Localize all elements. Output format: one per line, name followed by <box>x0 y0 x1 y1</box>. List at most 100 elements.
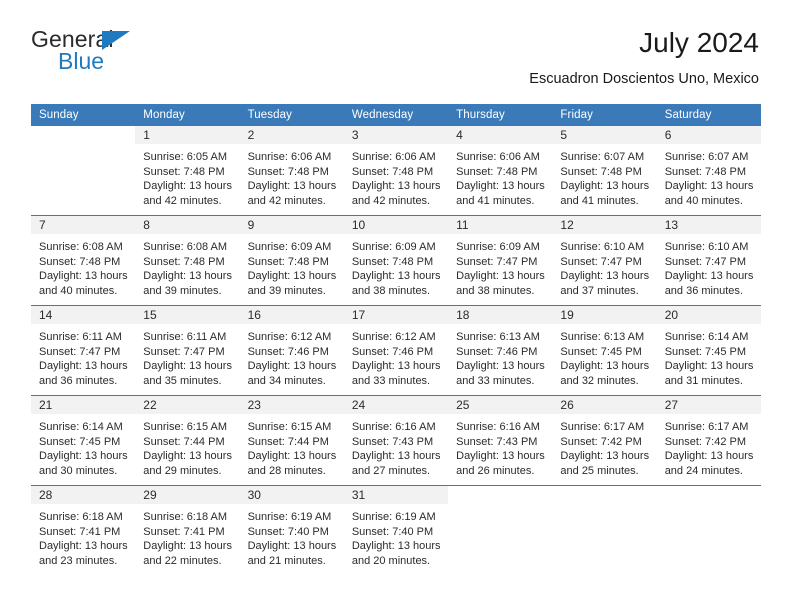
calendar-day-cell[interactable]: 3 Sunrise: 6:06 AM Sunset: 7:48 PM Daylight… <box>343 126 449 216</box>
sunrise-time: Sunrise: 6:18 AM <box>39 511 123 523</box>
calendar-day-cell[interactable]: 24 Sunrise: 6:16 AM Sunset: 7:43 PM Dayligh… <box>343 395 449 486</box>
sunset-time: Sunset: 7:43 PM <box>456 435 538 448</box>
daylight-duration-line2: and 22 minutes. <box>143 554 222 567</box>
weekday-header-sunday: Sunday <box>31 104 136 126</box>
calendar-cell-empty <box>656 485 761 575</box>
sunrise-time: Sunrise: 6:06 AM <box>351 151 436 163</box>
calendar-cell-empty <box>448 485 553 575</box>
daylight-duration-line1: Daylight: 13 hours <box>247 450 337 463</box>
daylight-duration-line2: and 38 minutes. <box>456 284 535 297</box>
calendar-day-cell[interactable]: 10 Sunrise: 6:09 AM Sunset: 7:48 PM Dayligh… <box>343 215 449 306</box>
calendar-day-cell[interactable]: 1 Sunrise: 6:05 AM Sunset: 7:48 PM Daylight… <box>135 126 240 216</box>
daylight-duration-line2: and 38 minutes. <box>351 284 431 297</box>
day-details: Sunrise: 6:10 AM Sunset: 7:47 PM Daylight:… <box>657 234 761 298</box>
daylight-duration-line1: Daylight: 13 hours <box>456 360 545 373</box>
sunset-time: Sunset: 7:40 PM <box>351 525 434 538</box>
daylight-duration-line2: and 23 minutes. <box>39 554 118 567</box>
sunset-time: Sunset: 7:42 PM <box>560 435 642 448</box>
calendar-day-cell[interactable]: 22 Sunrise: 6:15 AM Sunset: 7:44 PM Dayligh… <box>135 395 240 486</box>
day-number: 2 <box>239 126 344 144</box>
day-details: Sunrise: 6:19 AM Sunset: 7:40 PM Daylight:… <box>240 504 344 568</box>
calendar-day-cell[interactable]: 25 Sunrise: 6:16 AM Sunset: 7:43 PM Dayligh… <box>448 395 553 486</box>
calendar-day-cell[interactable]: 12 Sunrise: 6:10 AM Sunset: 7:47 PM Dayligh… <box>552 215 657 306</box>
calendar-day-cell[interactable]: 31 Sunrise: 6:19 AM Sunset: 7:40 PM Dayligh… <box>343 485 449 575</box>
sunset-time: Sunset: 7:46 PM <box>456 345 538 358</box>
calendar-day-cell[interactable]: 9 Sunrise: 6:09 AM Sunset: 7:48 PM Daylight… <box>239 215 344 306</box>
calendar-day-cell[interactable]: 18 Sunrise: 6:13 AM Sunset: 7:46 PM Dayligh… <box>448 305 553 396</box>
daylight-duration-line1: Daylight: 13 hours <box>143 180 232 193</box>
sunrise-time: Sunrise: 6:09 AM <box>456 241 540 253</box>
generalblue-logo[interactable]: General Blue <box>31 26 231 82</box>
day-details: Sunrise: 6:18 AM Sunset: 7:41 PM Daylight:… <box>31 504 135 568</box>
day-details: Sunrise: 6:14 AM Sunset: 7:45 PM Daylight:… <box>657 324 761 388</box>
calendar-day-cell[interactable]: 6 Sunrise: 6:07 AM Sunset: 7:48 PM Daylight… <box>656 126 761 216</box>
daylight-duration-line2: and 29 minutes. <box>143 464 222 477</box>
calendar-day-cell[interactable]: 26 Sunrise: 6:17 AM Sunset: 7:42 PM Dayligh… <box>552 395 657 486</box>
sunset-time: Sunset: 7:47 PM <box>560 255 642 268</box>
day-details: Sunrise: 6:16 AM Sunset: 7:43 PM Daylight:… <box>448 414 552 478</box>
calendar-body: 1 Sunrise: 6:05 AM Sunset: 7:48 PM Daylight… <box>31 126 761 575</box>
calendar-day-cell[interactable]: 4 Sunrise: 6:06 AM Sunset: 7:48 PM Daylight… <box>448 126 553 216</box>
sunrise-time: Sunrise: 6:12 AM <box>247 331 332 343</box>
daylight-duration-line1: Daylight: 13 hours <box>560 360 650 373</box>
calendar-day-cell[interactable]: 17 Sunrise: 6:12 AM Sunset: 7:46 PM Dayligh… <box>343 305 449 396</box>
daylight-duration-line1: Daylight: 13 hours <box>560 270 650 283</box>
day-details: Sunrise: 6:17 AM Sunset: 7:42 PM Daylight:… <box>552 414 656 478</box>
calendar-day-cell[interactable]: 30 Sunrise: 6:19 AM Sunset: 7:40 PM Dayligh… <box>239 485 344 575</box>
sunset-time: Sunset: 7:48 PM <box>560 165 642 178</box>
day-number: 28 <box>31 486 136 504</box>
day-number: 4 <box>448 126 553 144</box>
calendar-day-cell[interactable]: 7 Sunrise: 6:08 AM Sunset: 7:48 PM Daylight… <box>31 215 136 306</box>
day-number: 9 <box>239 216 344 234</box>
calendar-day-cell[interactable]: 8 Sunrise: 6:08 AM Sunset: 7:48 PM Daylight… <box>135 215 240 306</box>
daylight-duration-line2: and 41 minutes. <box>456 194 535 207</box>
calendar-day-cell[interactable]: 21 Sunrise: 6:14 AM Sunset: 7:45 PM Dayligh… <box>31 395 136 486</box>
calendar-day-cell[interactable]: 5 Sunrise: 6:07 AM Sunset: 7:48 PM Daylight… <box>552 126 657 216</box>
calendar-day-cell[interactable]: 23 Sunrise: 6:15 AM Sunset: 7:44 PM Dayligh… <box>239 395 344 486</box>
calendar-day-cell[interactable]: 2 Sunrise: 6:06 AM Sunset: 7:48 PM Daylight… <box>239 126 344 216</box>
daylight-duration-line2: and 26 minutes. <box>456 464 535 477</box>
calendar-day-cell[interactable]: 16 Sunrise: 6:12 AM Sunset: 7:46 PM Dayligh… <box>239 305 344 396</box>
calendar-day-cell[interactable]: 20 Sunrise: 6:14 AM Sunset: 7:45 PM Dayligh… <box>656 305 761 396</box>
sunset-time: Sunset: 7:41 PM <box>143 525 225 538</box>
sunrise-time: Sunrise: 6:13 AM <box>560 331 645 343</box>
sunset-time: Sunset: 7:41 PM <box>39 525 121 538</box>
sunrise-time: Sunrise: 6:18 AM <box>143 511 228 523</box>
calendar-day-cell[interactable]: 29 Sunrise: 6:18 AM Sunset: 7:41 PM Dayligh… <box>135 485 240 575</box>
calendar-day-cell[interactable]: 14 Sunrise: 6:11 AM Sunset: 7:47 PM Dayligh… <box>31 305 136 396</box>
logo-text-blue: Blue <box>58 48 105 74</box>
calendar-day-cell[interactable]: 28 Sunrise: 6:18 AM Sunset: 7:41 PM Dayligh… <box>31 485 136 575</box>
daylight-duration-line1: Daylight: 13 hours <box>664 450 754 463</box>
sunset-time: Sunset: 7:48 PM <box>247 255 329 268</box>
daylight-duration-line1: Daylight: 13 hours <box>664 270 754 283</box>
weekday-header-wednesday: Wednesday <box>343 104 449 126</box>
day-details: Sunrise: 6:07 AM Sunset: 7:48 PM Daylight:… <box>657 144 761 208</box>
daylight-duration-line2: and 41 minutes. <box>560 194 639 207</box>
sunrise-time: Sunrise: 6:07 AM <box>664 151 749 163</box>
day-number: 3 <box>343 126 449 144</box>
daylight-duration-line1: Daylight: 13 hours <box>351 360 441 373</box>
sunset-time: Sunset: 7:47 PM <box>456 255 538 268</box>
calendar-grid: Sunday Monday Tuesday Wednesday Thursday… <box>31 104 761 575</box>
day-details: Sunrise: 6:11 AM Sunset: 7:47 PM Daylight:… <box>31 324 135 388</box>
day-number: 22 <box>135 396 240 414</box>
calendar-day-cell[interactable]: 27 Sunrise: 6:17 AM Sunset: 7:42 PM Dayligh… <box>656 395 761 486</box>
sunrise-time: Sunrise: 6:14 AM <box>664 331 749 343</box>
page-subtitle: Escuadron Doscientos Uno, Mexico <box>529 71 759 87</box>
daylight-duration-line2: and 39 minutes. <box>143 284 222 297</box>
triangle-icon <box>102 31 130 50</box>
sunset-time: Sunset: 7:47 PM <box>39 345 121 358</box>
calendar-day-cell[interactable]: 13 Sunrise: 6:10 AM Sunset: 7:47 PM Dayligh… <box>656 215 761 306</box>
calendar-day-cell[interactable]: 15 Sunrise: 6:11 AM Sunset: 7:47 PM Dayligh… <box>135 305 240 396</box>
daylight-duration-line2: and 31 minutes. <box>664 374 743 387</box>
calendar-day-cell[interactable]: 19 Sunrise: 6:13 AM Sunset: 7:45 PM Dayligh… <box>552 305 657 396</box>
sunrise-time: Sunrise: 6:14 AM <box>39 421 123 433</box>
sunrise-time: Sunrise: 6:15 AM <box>247 421 332 433</box>
daylight-duration-line2: and 30 minutes. <box>39 464 118 477</box>
calendar-day-cell[interactable]: 11 Sunrise: 6:09 AM Sunset: 7:47 PM Dayligh… <box>448 215 553 306</box>
day-number: 15 <box>135 306 240 324</box>
sunset-time: Sunset: 7:48 PM <box>351 255 434 268</box>
sunset-time: Sunset: 7:42 PM <box>664 435 747 448</box>
day-number: 6 <box>656 126 761 144</box>
day-number: 16 <box>239 306 344 324</box>
